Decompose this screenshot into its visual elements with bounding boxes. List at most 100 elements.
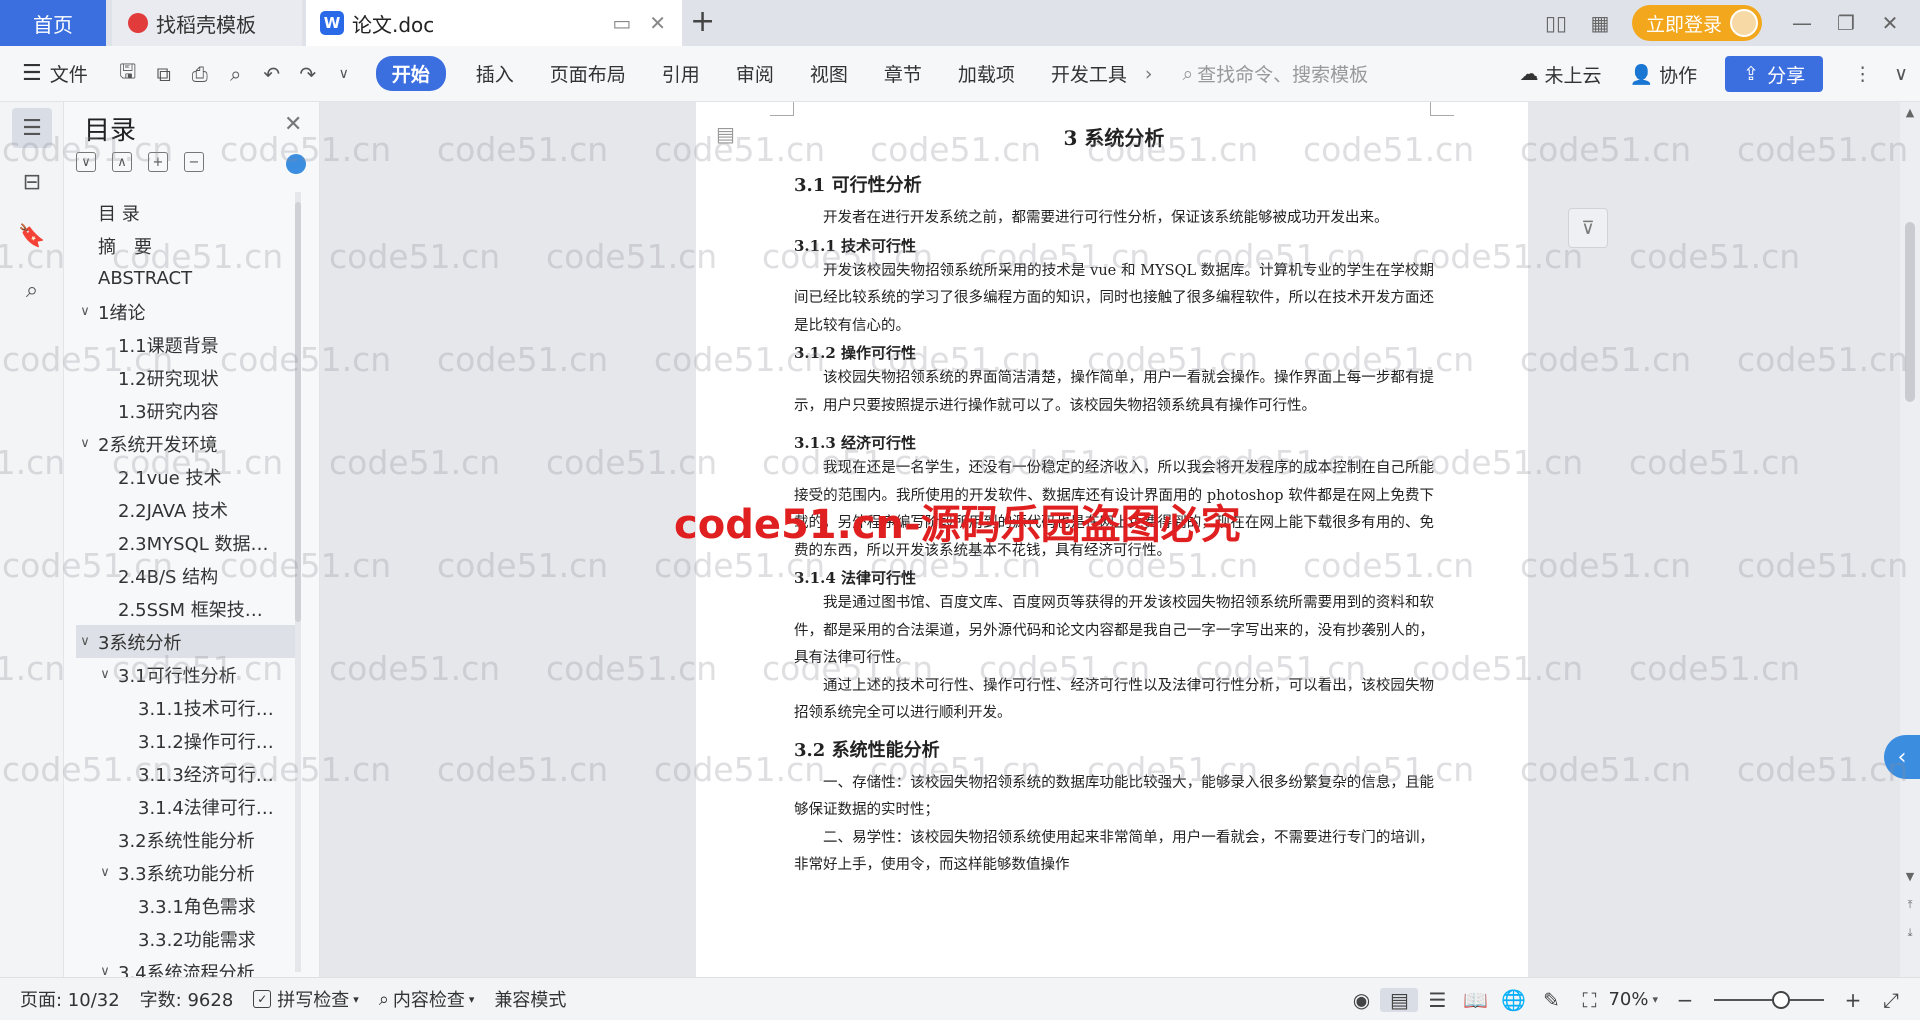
export-icon[interactable]: ⧉ <box>146 62 182 86</box>
chevron-down-icon[interactable]: ∨ <box>76 436 94 451</box>
find-icon[interactable]: ⌕ <box>12 270 52 310</box>
toc-panel-icon[interactable]: ☰ <box>12 108 52 148</box>
toc-item[interactable]: ∨ 1绪论 <box>76 295 298 328</box>
chevron-down-icon[interactable]: ∨ <box>96 865 114 880</box>
toc-item[interactable]: 1.3研究内容 <box>76 394 298 427</box>
edit-view-icon[interactable]: ✎ <box>1532 988 1570 1012</box>
new-tab-button[interactable]: + <box>690 4 715 39</box>
window-mode-icon[interactable]: ▭ <box>612 11 631 35</box>
undo-icon[interactable]: ↶ <box>254 62 290 86</box>
login-button[interactable]: 立即登录 <box>1631 5 1762 41</box>
toc-item[interactable]: ∨ 3.3系统功能分析 <box>76 856 298 889</box>
tab-start[interactable]: 开始 <box>375 56 446 91</box>
eye-protection-icon[interactable]: ◉ <box>1342 988 1380 1012</box>
scroll-down-icon[interactable]: ▼ <box>1900 870 1920 883</box>
toc-item[interactable]: 3.1.2操作可行… <box>76 724 298 757</box>
close-tab-icon[interactable]: ✕ <box>649 11 666 35</box>
share-button[interactable]: ⇪ 分享 <box>1725 56 1824 92</box>
fullscreen-icon[interactable]: ⤢ <box>1872 988 1910 1012</box>
page-view-icon[interactable]: ▤ <box>1380 987 1419 1012</box>
toc-item[interactable]: 1.1课题背景 <box>76 328 298 361</box>
remove-heading-icon[interactable]: − <box>184 152 204 172</box>
collapse-ribbon-icon[interactable]: ∨ <box>1894 63 1908 85</box>
toc-item[interactable]: 1.2研究现状 <box>76 361 298 394</box>
chevron-down-icon[interactable]: ∨ <box>96 667 114 682</box>
file-menu[interactable]: ☰ 文件 <box>22 60 88 87</box>
redo-icon[interactable]: ↷ <box>290 62 326 86</box>
tab-developer[interactable]: 开发工具 <box>1033 60 1145 87</box>
print-preview-icon[interactable]: ⌕ <box>218 62 254 86</box>
chevron-down-icon[interactable]: ∨ <box>76 634 94 649</box>
web-view-icon[interactable]: 🌐 <box>1494 988 1532 1012</box>
toc-item[interactable]: 目 录 <box>76 196 298 229</box>
toc-item[interactable]: 3.1.4法律可行… <box>76 790 298 823</box>
bookmark-icon[interactable]: 🔖 <box>12 216 52 256</box>
tab-review[interactable]: 审阅 <box>718 60 792 87</box>
spell-check-button[interactable]: ✓ 拼写检查 ▾ <box>253 986 359 1012</box>
toc-item[interactable]: 2.1vue 技术 <box>76 460 298 493</box>
collab-button[interactable]: 👤 协作 <box>1629 61 1697 88</box>
add-heading-icon[interactable]: + <box>148 152 168 172</box>
more-tabs-icon[interactable]: › <box>1145 63 1153 85</box>
toc-item[interactable]: 摘 要 <box>76 229 298 262</box>
toc-item[interactable]: 2.3MYSQL 数据… <box>76 526 298 559</box>
save-icon[interactable]: 🖫 <box>110 57 146 91</box>
tab-home[interactable]: 首页 <box>0 0 106 46</box>
expand-side-panel-icon[interactable]: ‹ <box>1884 735 1920 779</box>
tab-document[interactable]: W 论文.doc ▭ ✕ <box>306 0 682 46</box>
cloud-status[interactable]: ☁ 未上云 <box>1519 61 1601 88</box>
expand-all-icon[interactable]: ∨ <box>76 152 96 172</box>
next-page-icon[interactable]: ⤓ <box>1900 926 1920 940</box>
tab-insert[interactable]: 插入 <box>458 60 532 87</box>
side-toolbar-toggle-icon[interactable]: ⊽ <box>1568 208 1608 248</box>
chevron-down-icon[interactable]: ∨ <box>326 66 362 82</box>
tab-references[interactable]: 引用 <box>644 60 718 87</box>
word-count[interactable]: 字数: 9628 <box>140 986 234 1012</box>
zoom-level[interactable]: 70% <box>1608 989 1652 1010</box>
apps-grid-icon[interactable]: ▦ <box>1578 11 1622 35</box>
command-search[interactable]: ⌕ 查找命令、搜索模板 <box>1183 60 1369 87</box>
print-icon[interactable]: ⎙ <box>182 62 218 86</box>
chapter-nav-icon[interactable]: ⊟ <box>12 162 52 202</box>
doc-outline-icon[interactable]: ▤ <box>716 122 735 146</box>
zoom-out-icon[interactable]: − <box>1666 988 1704 1012</box>
chevron-down-icon[interactable]: ▾ <box>1652 993 1658 1006</box>
collapse-all-icon[interactable]: ∧ <box>112 152 132 172</box>
layout-icon[interactable]: ▯▯ <box>1534 11 1578 35</box>
zoom-slider-knob[interactable] <box>1772 990 1790 1009</box>
zoom-slider[interactable] <box>1714 990 1824 1009</box>
toc-item[interactable]: ABSTRACT <box>76 262 298 295</box>
tab-page-layout[interactable]: 页面布局 <box>532 60 644 87</box>
more-options-icon[interactable]: ⋮ <box>1853 63 1872 85</box>
toc-item[interactable]: 2.4B/S 结构 <box>76 559 298 592</box>
outline-view-icon[interactable]: ☰ <box>1418 988 1456 1012</box>
page-indicator[interactable]: 页面: 10/32 <box>20 986 120 1012</box>
tab-view[interactable]: 视图 <box>792 60 866 87</box>
reading-view-icon[interactable]: 📖 <box>1456 988 1494 1012</box>
toc-item[interactable]: ∨ 2系统开发环境 <box>76 427 298 460</box>
fit-page-icon[interactable]: ⛶ <box>1570 988 1608 1012</box>
toc-item[interactable]: ∨ 3系统分析 <box>76 625 298 658</box>
toc-item[interactable]: 3.1.1技术可行… <box>76 691 298 724</box>
content-check-button[interactable]: ⌕ 内容检查 ▾ <box>379 986 475 1012</box>
zoom-in-icon[interactable]: + <box>1834 988 1872 1012</box>
restore-icon[interactable]: ❐ <box>1824 11 1868 35</box>
close-icon[interactable]: ✕ <box>284 112 302 137</box>
toc-item[interactable]: 3.3.1角色需求 <box>76 889 298 922</box>
toc-item[interactable]: ∨ 3.1可行性分析 <box>76 658 298 691</box>
chevron-down-icon[interactable]: ∨ <box>76 304 94 319</box>
document-scrollbar[interactable]: ▲ ▼ ⤒ ⤓ <box>1900 102 1920 977</box>
minimize-icon[interactable]: — <box>1780 11 1824 35</box>
tab-template[interactable]: 找稻壳模板 <box>112 0 302 46</box>
prev-page-icon[interactable]: ⤒ <box>1900 898 1920 912</box>
scroll-thumb[interactable] <box>1905 222 1915 402</box>
toc-item[interactable]: 3.2系统性能分析 <box>76 823 298 856</box>
toc-scrollbar[interactable] <box>295 192 301 972</box>
assistant-icon[interactable] <box>286 154 306 174</box>
toc-item[interactable]: 3.1.3经济可行… <box>76 757 298 790</box>
scroll-up-icon[interactable]: ▲ <box>1900 106 1920 119</box>
toc-item[interactable]: 2.5SSM 框架技… <box>76 592 298 625</box>
toc-item[interactable]: 2.2JAVA 技术 <box>76 493 298 526</box>
tab-section[interactable]: 章节 <box>866 60 940 87</box>
tab-addins[interactable]: 加载项 <box>940 60 1033 87</box>
